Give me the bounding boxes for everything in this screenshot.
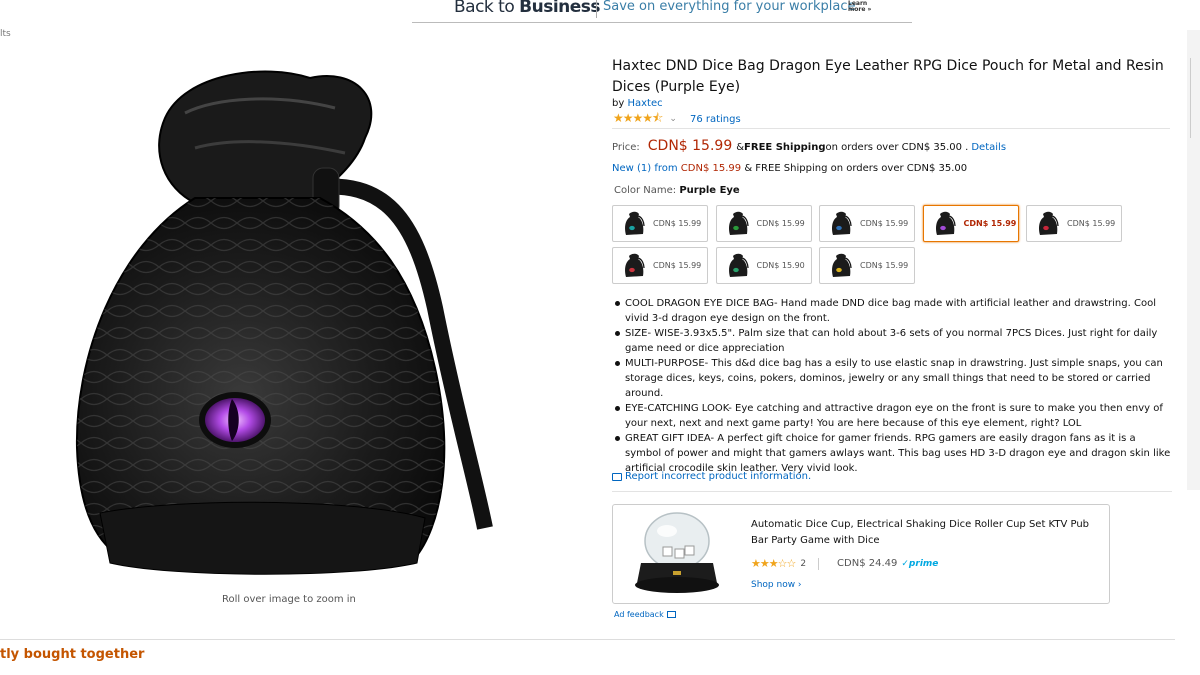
divider [612, 491, 1172, 492]
shipping-details-link[interactable]: Details [971, 142, 1006, 153]
shipping-prefix: & [736, 142, 745, 153]
divider [818, 557, 820, 570]
price-value: CDN$ 15.99 [647, 138, 733, 154]
color-swatch[interactable]: CDN$ 15.99 [1026, 205, 1122, 242]
swatch-thumbnail [625, 253, 645, 277]
product-image[interactable] [55, 58, 505, 588]
ad-price: CDN$ 24.49 [837, 558, 898, 569]
feedback-icon [666, 611, 676, 618]
color-name-row: Color Name: Purple Eye [614, 185, 740, 196]
ad-feedback-link[interactable]: Ad feedback [614, 610, 676, 619]
swatch-price: CDN$ 15.99 [653, 261, 702, 270]
color-swatch[interactable]: CDN$ 15.90 [715, 247, 812, 284]
ratings-count-link[interactable]: 76 ratings [690, 114, 741, 125]
brand-line: by Haxtec [612, 98, 663, 109]
color-swatch[interactable]: CDN$ 15.99 [922, 205, 1019, 242]
product-title: Haxtec DND Dice Bag Dragon Eye Leather R… [612, 58, 1164, 95]
rating-row: ★★★★⯪ ⌄ 76 ratings [613, 111, 741, 126]
brand-link[interactable]: Haxtec [627, 98, 662, 109]
ad-meta: ★★★☆☆ 2 CDN$ 24.49 ✓prime [751, 557, 938, 570]
feature-bullet: EYE-CATCHING LOOK- Eye catching and attr… [614, 401, 1174, 431]
price-row: Price: CDN$ 15.99 & FREE Shipping on ord… [612, 138, 1006, 154]
prime-badge-icon: ✓prime [901, 558, 939, 569]
color-swatch[interactable]: CDN$ 15.99 [819, 247, 915, 284]
feature-bullets: COOL DRAGON EYE DICE BAG- Hand made DND … [614, 296, 1174, 476]
color-label: Color Name: [614, 185, 680, 196]
new-offers-shipping: & FREE Shipping on orders over CDN$ 35.0… [741, 163, 968, 174]
chevron-down-icon[interactable]: ⌄ [669, 114, 677, 124]
swatch-thumbnail [832, 253, 852, 277]
frequently-bought-heading: tly bought together [0, 647, 145, 662]
shop-now-link[interactable]: Shop now › [751, 580, 802, 590]
comment-icon [612, 472, 622, 481]
color-swatch[interactable]: CDN$ 15.99 [715, 205, 812, 242]
feature-bullet: SIZE- WISE-3.93x5.5". Palm size that can… [614, 326, 1174, 356]
sponsored-ad-card[interactable]: Automatic Dice Cup, Electrical Shaking D… [612, 504, 1110, 604]
report-link[interactable]: Report incorrect product information. [612, 471, 811, 482]
swatch-price: CDN$ 15.90 [756, 261, 805, 270]
shipping-terms: on orders over CDN$ 35.00 . [825, 142, 969, 153]
feature-bullet: COOL DRAGON EYE DICE BAG- Hand made DND … [614, 296, 1174, 326]
feature-bullet: MULTI-PURPOSE- This d&d dice bag has a e… [614, 356, 1174, 401]
swatch-thumbnail [1039, 211, 1059, 235]
swatch-price: CDN$ 15.99 [860, 219, 909, 228]
swatch-thumbnail [625, 211, 645, 235]
new-offers-price[interactable]: CDN$ 15.99 [681, 163, 741, 174]
new-offers-link[interactable]: New (1) from [612, 163, 681, 174]
new-offers-row: New (1) from CDN$ 15.99 & FREE Shipping … [612, 163, 967, 174]
free-shipping-label: FREE Shipping [744, 142, 826, 153]
report-link-text[interactable]: Report incorrect product information. [625, 471, 811, 482]
promo-banner[interactable]: Back to Business Save on everything for … [412, 0, 912, 23]
dice-cup-image[interactable] [627, 511, 727, 599]
banner-divider [596, 0, 597, 18]
swatch-price: CDN$ 15.99 [860, 261, 909, 270]
ad-rating-stars-icon[interactable]: ★★★☆☆ [751, 557, 796, 570]
zoom-hint: Roll over image to zoom in [222, 594, 356, 605]
swatch-thumbnail [728, 253, 749, 277]
ad-title-link[interactable]: Automatic Dice Cup, Electrical Shaking D… [751, 517, 1091, 549]
divider [0, 639, 1175, 640]
color-swatch[interactable]: CDN$ 15.99 [819, 205, 915, 242]
banner-title: Back to Business [454, 0, 601, 17]
feature-bullet: GREAT GIFT IDEA- A perfect gift choice f… [614, 431, 1174, 476]
banner-learn-more-link[interactable]: Learn more » [848, 1, 871, 13]
breadcrumb[interactable]: lts [0, 29, 11, 39]
ad-rating-count[interactable]: 2 [800, 559, 806, 569]
swatch-price: CDN$ 15.99 [756, 219, 805, 228]
color-swatch[interactable]: CDN$ 15.99 [612, 205, 708, 242]
rating-stars-icon[interactable]: ★★★★⯪ [613, 109, 663, 130]
price-label: Price: [612, 142, 640, 153]
banner-subtitle[interactable]: Save on everything for your workplace [603, 0, 855, 14]
ad-feedback-text[interactable]: Ad feedback [614, 610, 664, 619]
swatch-price: CDN$ 15.99 [1067, 219, 1116, 228]
divider [612, 128, 1170, 129]
scrollbar-thumb[interactable] [1190, 58, 1200, 138]
swatch-price: CDN$ 15.99 [963, 219, 1017, 228]
swatch-thumbnail [728, 211, 749, 235]
swatch-thumbnail [832, 211, 852, 235]
selected-color: Purple Eye [679, 185, 740, 196]
color-swatch[interactable]: CDN$ 15.99 [612, 247, 708, 284]
swatch-thumbnail [935, 211, 956, 235]
swatch-price: CDN$ 15.99 [653, 219, 702, 228]
